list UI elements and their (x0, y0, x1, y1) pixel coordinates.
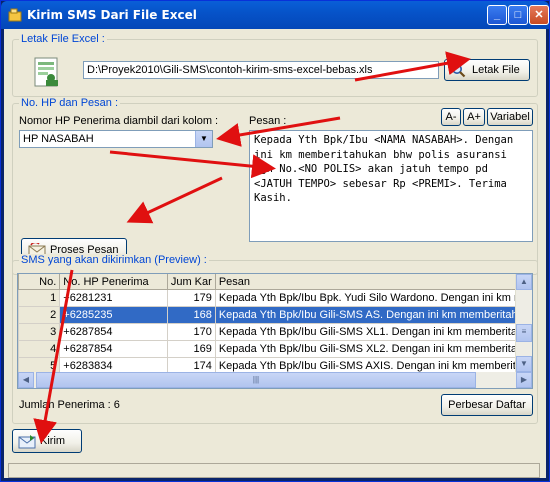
cell-jum: 170 (166, 323, 216, 341)
minimize-button[interactable]: _ (487, 5, 507, 25)
cell-no: 1 (18, 289, 61, 307)
column-header-hp[interactable]: No. HP Penerima (59, 274, 168, 290)
cell-hp: +6281231 (59, 289, 168, 307)
scroll-down-icon[interactable]: ▼ (516, 356, 532, 372)
client-area: Letak File Excel : D:\Proyek2010\Gili-SM… (4, 29, 546, 478)
horizontal-scrollbar[interactable]: ◀ ||| ▶ (18, 372, 532, 388)
column-header-jum[interactable]: Jum Kar (166, 274, 216, 290)
title-bar[interactable]: Kirim SMS Dari File Excel _ □ ✕ (1, 1, 549, 29)
column-header-no[interactable]: No. (18, 274, 61, 290)
scroll-up-icon[interactable]: ▲ (516, 274, 532, 290)
cell-pesan: Kepada Yth Bpk/Ibu Gili-SMS AS. Dengan i… (214, 306, 532, 324)
scroll-right-icon[interactable]: ▶ (516, 372, 532, 388)
magnifier-icon (452, 64, 466, 78)
send-button[interactable]: Kirim (12, 429, 82, 453)
cell-no: 3 (18, 323, 61, 341)
horizontal-scroll-thumb[interactable]: ||| (36, 372, 476, 388)
file-path-input[interactable]: D:\Proyek2010\Gili-SMS\contoh-kirim-sms-… (83, 61, 439, 79)
table-row[interactable]: 4 +6287854 169 Kepada Yth Bpk/Ibu Gili-S… (18, 340, 532, 358)
message-group: No. HP dan Pesan : Nomor HP Penerima dia… (12, 97, 538, 275)
send-label: Kirim (40, 435, 66, 447)
cell-no: 4 (18, 340, 61, 358)
close-button[interactable]: ✕ (529, 5, 549, 25)
scroll-thumb[interactable]: ≡ (516, 324, 532, 342)
message-label: Pesan : (249, 115, 287, 127)
table-row-selected[interactable]: 2 +6285235 168 Kepada Yth Bpk/Ibu Gili-S… (18, 306, 532, 324)
font-smaller-button[interactable]: A- (441, 108, 461, 126)
preview-group-label: SMS yang akan dikirimkan (Preview) : (19, 254, 209, 266)
preview-table[interactable]: No. No. HP Penerima Jum Kar Pesan 1 +628… (17, 273, 533, 389)
preview-group: SMS yang akan dikirimkan (Preview) : No.… (12, 254, 538, 424)
status-panel (8, 463, 540, 478)
message-textarea[interactable]: Kepada Yth Bpk/Ibu <NAMA NASABAH>. Denga… (249, 130, 533, 242)
table-row[interactable]: 1 +6281231 179 Kepada Yth Bpk/Ibu Bpk. Y… (18, 289, 532, 307)
column-select-value: HP NASABAH (23, 133, 94, 145)
message-group-label: No. HP dan Pesan : (19, 97, 121, 109)
cell-jum: 168 (166, 306, 216, 324)
excel-file-icon (34, 57, 58, 87)
cell-jum: 169 (166, 340, 216, 358)
chevron-down-icon[interactable]: ▼ (195, 131, 212, 147)
send-envelope-icon (18, 435, 36, 449)
cell-pesan: Kepada Yth Bpk/Ibu Gili-SMS XL2. Dengan … (214, 340, 532, 358)
window-title: Kirim SMS Dari File Excel (27, 8, 197, 22)
recipient-count-label: Jumlah Penerima : 6 (19, 399, 120, 411)
app-icon (8, 8, 22, 22)
column-header-pesan[interactable]: Pesan (214, 274, 532, 290)
column-select[interactable]: HP NASABAH ▼ (19, 130, 213, 148)
cell-pesan: Kepada Yth Bpk/Ibu Gili-SMS XL1. Dengan … (214, 323, 532, 341)
app-window: Kirim SMS Dari File Excel _ □ ✕ Letak Fi… (0, 0, 550, 482)
cell-hp: +6287854 (59, 340, 168, 358)
font-larger-button[interactable]: A+ (463, 108, 485, 126)
cell-hp: +6285235 (59, 306, 168, 324)
browse-file-label: Letak File (472, 64, 520, 76)
file-group: Letak File Excel : D:\Proyek2010\Gili-SM… (12, 33, 538, 97)
browse-file-button[interactable]: Letak File (444, 59, 530, 81)
cell-jum: 179 (166, 289, 216, 307)
cell-hp: +6287854 (59, 323, 168, 341)
enlarge-list-button[interactable]: Perbesar Daftar (441, 394, 533, 416)
file-group-label: Letak File Excel : (19, 33, 107, 45)
table-header: No. No. HP Penerima Jum Kar Pesan (18, 274, 532, 290)
variable-button[interactable]: Variabel (487, 108, 533, 126)
status-bar (4, 463, 546, 479)
table-row[interactable]: 3 +6287854 170 Kepada Yth Bpk/Ibu Gili-S… (18, 323, 532, 341)
cell-pesan: Kepada Yth Bpk/Ibu Bpk. Yudi Silo Wardon… (214, 289, 532, 307)
scroll-left-icon[interactable]: ◀ (18, 372, 34, 388)
vertical-scrollbar[interactable]: ▲ ≡ ▼ (515, 274, 532, 372)
maximize-button[interactable]: □ (508, 5, 528, 25)
cell-no: 2 (18, 306, 61, 324)
column-label: Nomor HP Penerima diambil dari kolom : (19, 115, 219, 127)
